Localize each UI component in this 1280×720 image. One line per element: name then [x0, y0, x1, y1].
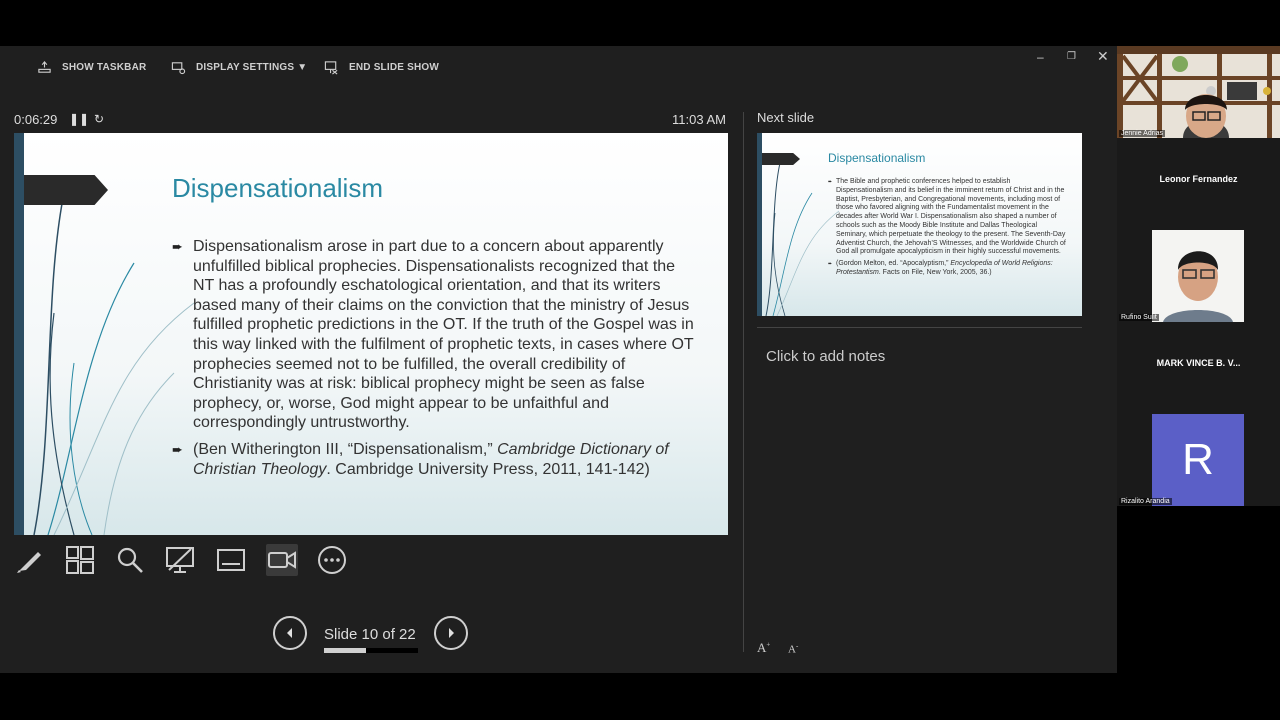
slide-progress-fill: [324, 648, 367, 653]
next-slide-accent-bar: [757, 133, 762, 316]
slide-body: ➨ Dispensationalism arose in part due to…: [172, 237, 696, 486]
next-slide-bullet: ➨ The Bible and prophetic conferences he…: [828, 178, 1066, 257]
increase-font-icon[interactable]: A+: [757, 640, 770, 656]
taskbar-icon: [38, 60, 51, 73]
next-slide-label: Next slide: [757, 110, 815, 125]
next-slide-bullet-text: The Bible and prophetic conferences help…: [836, 178, 1066, 256]
participant-name: MARK VINCE B. V...: [1156, 358, 1241, 368]
decrease-font-icon[interactable]: A-: [788, 642, 798, 656]
participant-tile[interactable]: Jennie Adrias: [1117, 46, 1280, 138]
restart-icon[interactable]: ↻: [94, 112, 104, 126]
participant-video: [1117, 46, 1280, 138]
clock: 11:03 AM: [672, 112, 726, 127]
participant-video: [1152, 230, 1244, 322]
zoom-icon[interactable]: [114, 544, 146, 576]
end-slide-show-button[interactable]: END SLIDE SHOW: [324, 60, 439, 75]
display-settings-icon: [171, 62, 186, 75]
next-slide-arrow-shape: [762, 153, 800, 165]
display-settings-button[interactable]: DISPLAY SETTINGS ▼: [171, 60, 307, 75]
next-slide-body: ➨ The Bible and prophetic conferences he…: [828, 178, 1066, 281]
previous-slide-button[interactable]: [273, 616, 307, 650]
slide-arrow-shape: [24, 175, 108, 205]
show-taskbar-button[interactable]: SHOW TASKBAR: [37, 60, 146, 75]
bullet-arrow-icon: ➨: [828, 261, 833, 268]
participant-tile[interactable]: R Rizalito Arandia: [1117, 414, 1280, 506]
next-slide-preview[interactable]: Dispensationalism ➨ The Bible and prophe…: [757, 133, 1082, 316]
restore-icon[interactable]: ❐: [1067, 51, 1076, 62]
next-citation-publisher: . Facts on File, New York, 2005, 36.): [878, 268, 992, 276]
minimize-icon[interactable]: –: [1037, 50, 1044, 64]
see-all-slides-icon[interactable]: [64, 544, 96, 576]
presenter-view: SHOW TASKBAR DISPLAY SETTINGS ▼ END SLID…: [0, 46, 1117, 673]
next-slide-button[interactable]: [434, 616, 468, 650]
avatar: R: [1152, 414, 1244, 506]
participant-tile[interactable]: Leonor Fernandez: [1117, 138, 1280, 230]
participant-name: Rizalito Arandia: [1119, 498, 1172, 505]
slide-progress-bar: [324, 648, 418, 653]
slide-bullet: ➨ Dispensationalism arose in part due to…: [172, 237, 696, 433]
slide-title: Dispensationalism: [172, 173, 383, 203]
chevron-right-icon: [449, 628, 454, 638]
citation-text: (Ben Witherington III, “Dispensationalis…: [193, 440, 498, 458]
bullet-arrow-icon: ➨: [172, 239, 183, 254]
bullet-arrow-icon: ➨: [828, 179, 833, 185]
next-slide-citation: ➨ (Gordon Melton, ed. “Apocalyptism,” En…: [828, 260, 1066, 278]
participant-panel: Jennie Adrias Leonor Fernandez Rufino Su…: [1117, 46, 1280, 506]
participant-name: Rufino Sulit: [1119, 314, 1159, 321]
slide-bullet-text: Dispensationalism arose in part due to a…: [193, 238, 694, 432]
next-citation-text: (Gordon Melton, ed. “Apocalyptism,”: [836, 260, 951, 268]
black-screen-icon[interactable]: [164, 544, 196, 576]
more-options-icon[interactable]: [316, 544, 348, 576]
show-taskbar-label: SHOW TASKBAR: [62, 62, 147, 73]
current-slide: Dispensationalism ➨ Dispensationalism ar…: [14, 133, 728, 535]
close-icon[interactable]: ✕: [1097, 48, 1109, 65]
display-settings-label: DISPLAY SETTINGS ▼: [196, 62, 308, 73]
citation-publisher: . Cambridge University Press, 2011, 141-…: [326, 460, 650, 478]
pause-icon[interactable]: ❚❚: [69, 112, 89, 126]
elapsed-timer: 0:06:29: [14, 112, 58, 127]
next-slide-title: Dispensationalism: [828, 151, 926, 165]
pen-tool-icon[interactable]: [14, 544, 46, 576]
participant-tile[interactable]: Rufino Sulit: [1117, 230, 1280, 322]
camera-icon[interactable]: [266, 544, 298, 576]
bullet-arrow-icon: ➨: [172, 441, 183, 457]
subtitles-icon[interactable]: [215, 544, 247, 576]
participant-tile[interactable]: MARK VINCE B. V...: [1117, 322, 1280, 414]
slide-counter[interactable]: Slide 10 of 22: [324, 626, 416, 643]
chevron-left-icon: [287, 628, 292, 638]
slide-accent-bar: [14, 133, 24, 535]
speaker-notes[interactable]: Click to add notes: [766, 348, 885, 365]
notes-divider: [757, 327, 1082, 328]
participant-name: Leonor Fernandez: [1159, 174, 1238, 184]
panel-divider: [743, 112, 744, 652]
slide-citation: ➨ (Ben Witherington III, “Dispensational…: [172, 440, 696, 479]
participant-name: Jennie Adrias: [1119, 130, 1166, 137]
end-slide-show-label: END SLIDE SHOW: [349, 62, 440, 73]
end-slideshow-icon: [324, 61, 338, 75]
